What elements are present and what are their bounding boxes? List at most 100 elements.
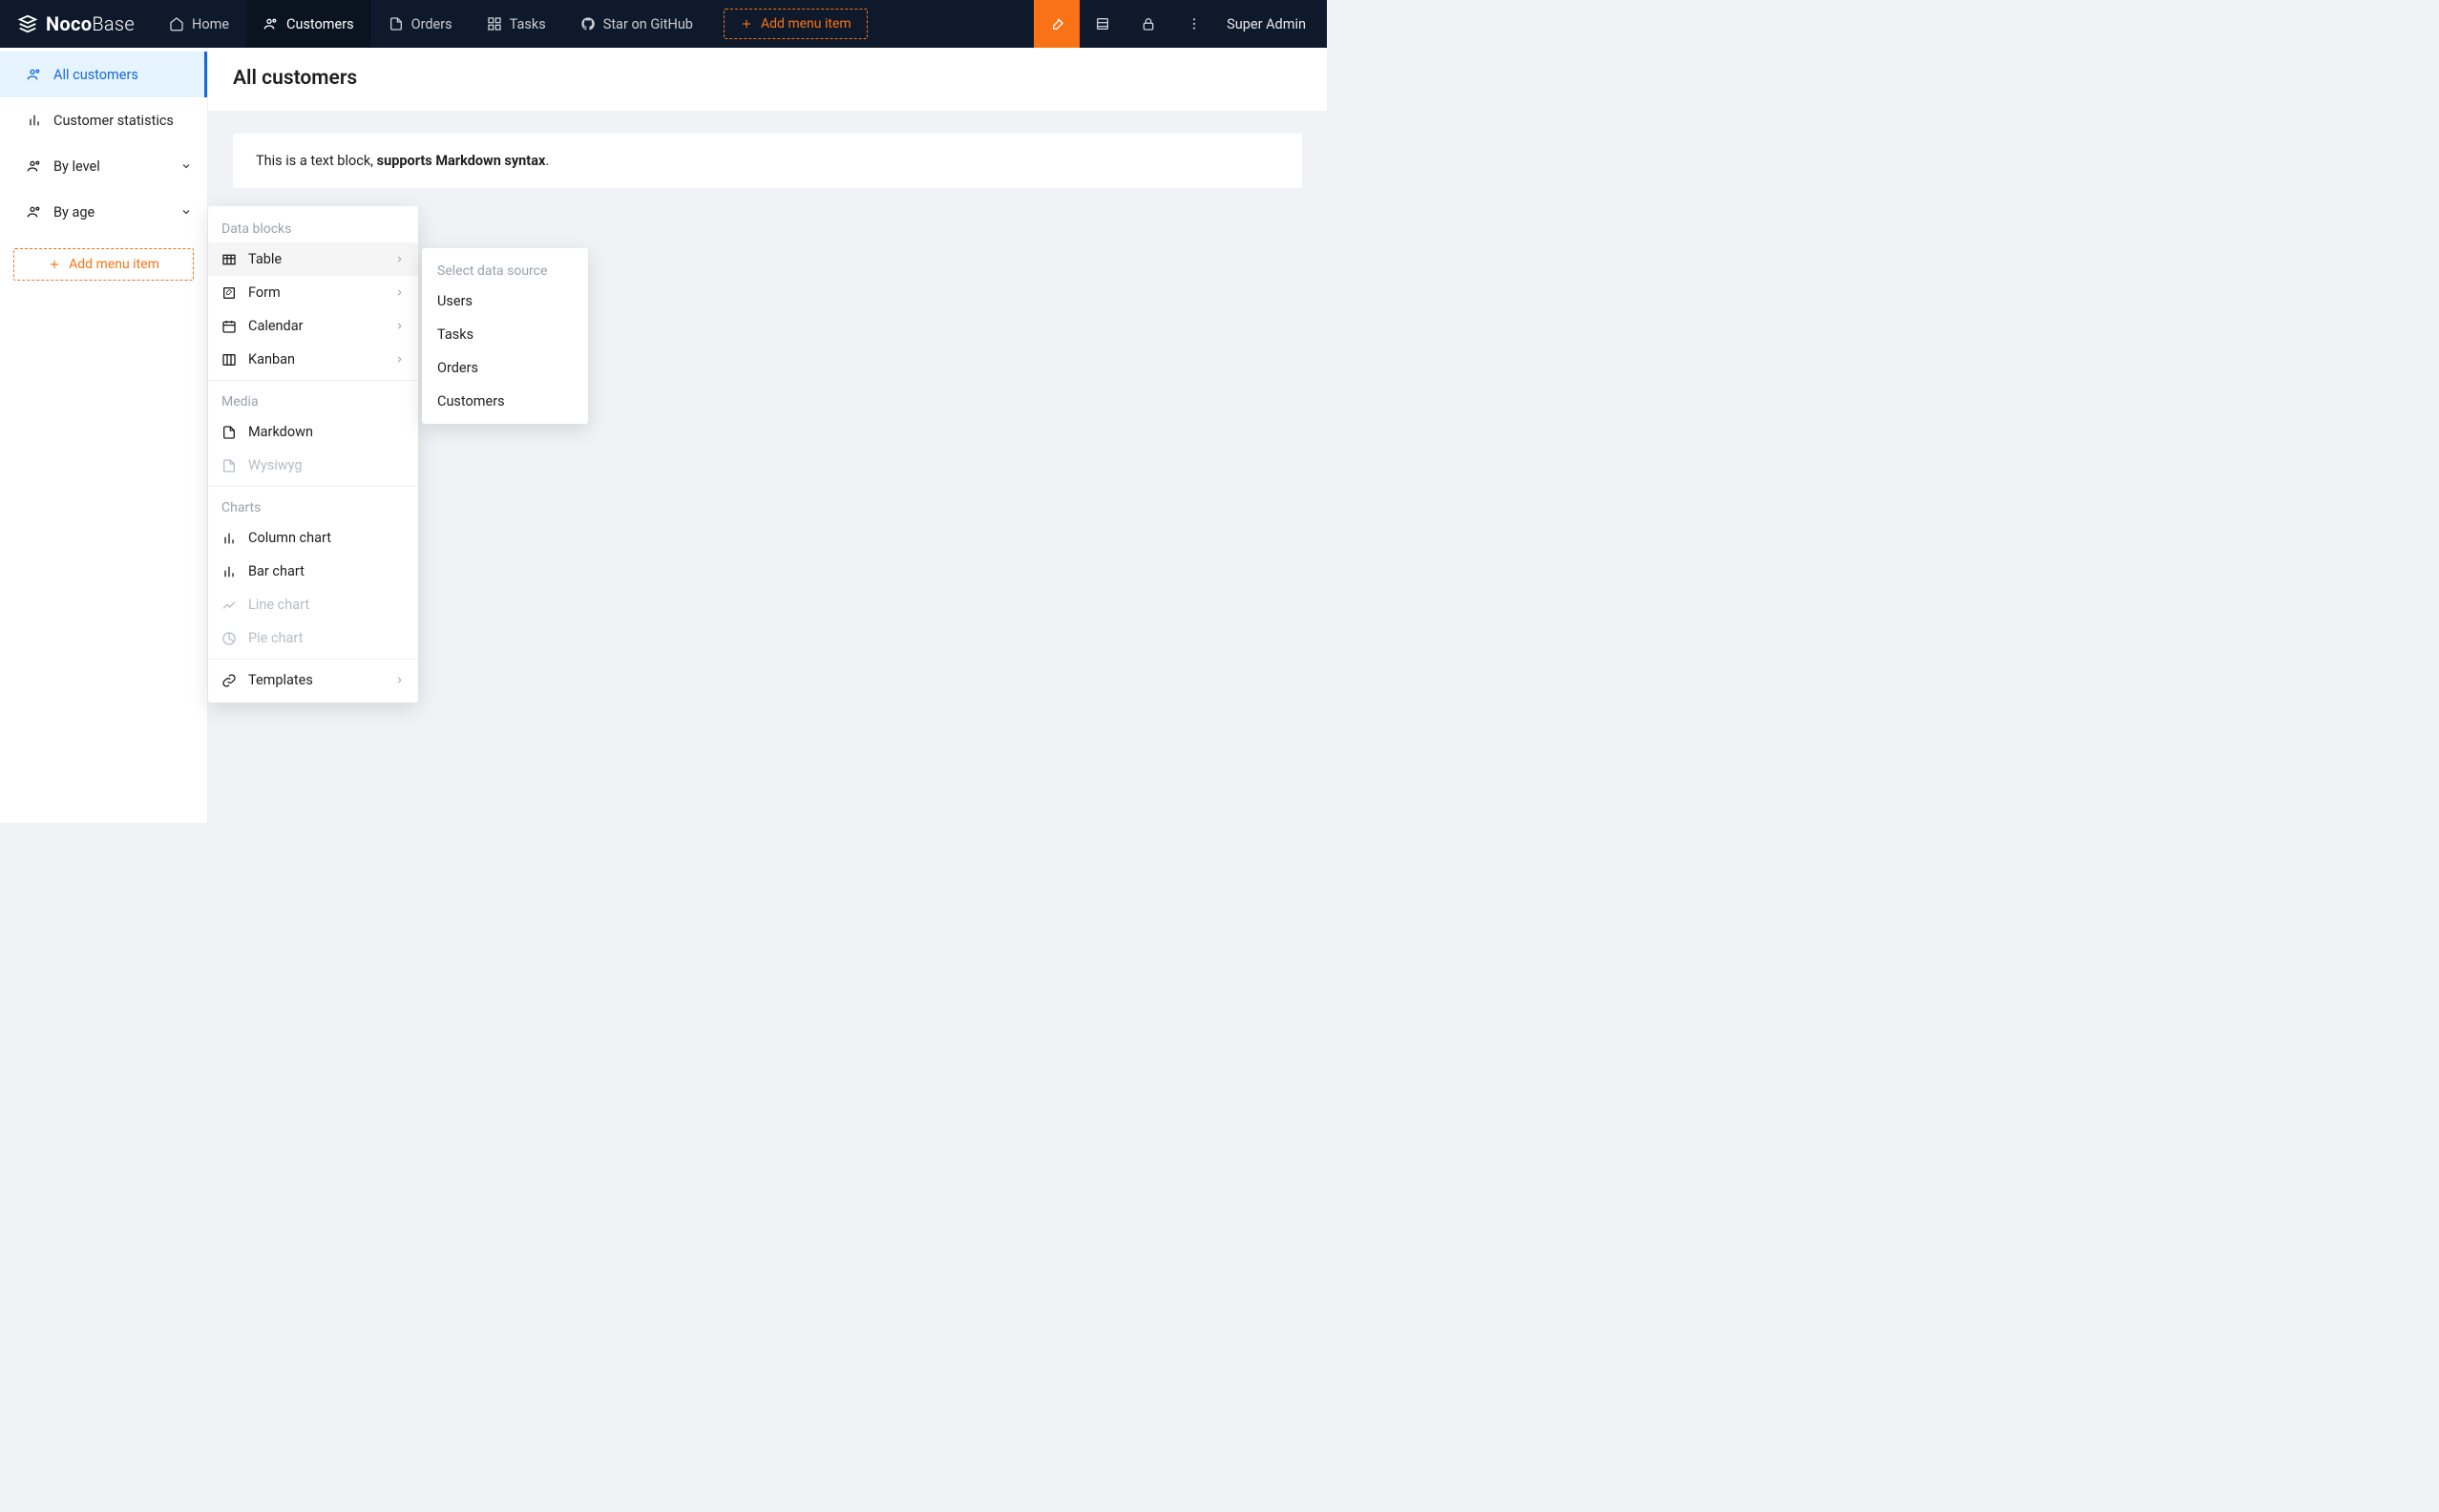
sidebar-label: All customers	[53, 67, 138, 83]
layout-button[interactable]	[1080, 0, 1125, 48]
lock-icon	[1141, 16, 1156, 32]
chevron-right-icon	[394, 321, 405, 331]
top-add-menu-button[interactable]: Add menu item	[724, 9, 868, 39]
item-label: Markdown	[248, 424, 313, 440]
file-icon	[221, 458, 237, 473]
button-label: Add menu item	[69, 257, 159, 272]
users-icon	[263, 16, 279, 32]
bar-chart-icon	[221, 531, 237, 546]
item-label: Templates	[248, 672, 313, 688]
item-label: Calendar	[248, 318, 304, 334]
plus-icon	[48, 258, 61, 271]
sidebar-item-by-level[interactable]: By level	[0, 143, 207, 189]
chevron-right-icon	[394, 354, 405, 365]
markdown-text: This is a text block,	[256, 153, 377, 169]
bar-chart-icon	[27, 113, 42, 128]
chevron-right-icon	[394, 675, 405, 685]
more-button[interactable]	[1171, 0, 1217, 48]
content: This is a text block, supports Markdown …	[208, 111, 1327, 268]
submenu-label: Select data source	[422, 254, 588, 284]
sidebar-item-by-age[interactable]: By age	[0, 189, 207, 235]
sidebar-item-customer-statistics[interactable]: Customer statistics	[0, 97, 207, 143]
top-nav: Home Customers Orders Tasks Star on GitH…	[152, 0, 710, 48]
dropdown-item-form[interactable]: Form	[208, 276, 418, 309]
grid-icon	[487, 16, 502, 32]
item-label: Pie chart	[248, 630, 303, 646]
nav-customers[interactable]: Customers	[246, 0, 371, 48]
user-menu[interactable]: Super Admin	[1217, 0, 1327, 48]
more-vertical-icon	[1187, 16, 1202, 32]
chevron-down-icon	[180, 160, 192, 172]
kanban-icon	[221, 352, 237, 368]
dropdown-item-calendar[interactable]: Calendar	[208, 309, 418, 343]
sidebar: All customers Customer statistics By lev…	[0, 48, 208, 823]
highlighter-button[interactable]	[1034, 0, 1080, 48]
sidebar-add-menu-button[interactable]: Add menu item	[13, 248, 194, 281]
dropdown-item-markdown[interactable]: Markdown	[208, 415, 418, 449]
nav-github[interactable]: Star on GitHub	[563, 0, 710, 48]
chevron-right-icon	[394, 287, 405, 298]
select-data-source-submenu: Select data source Users Tasks Orders Cu…	[422, 248, 588, 424]
top-right: Super Admin	[1034, 0, 1327, 48]
item-label: Bar chart	[248, 563, 305, 579]
nav-label: Star on GitHub	[603, 16, 693, 32]
file-icon	[221, 425, 237, 440]
item-label: Kanban	[248, 351, 295, 368]
item-label: Line chart	[248, 597, 309, 613]
page-header: All customers	[208, 48, 1327, 111]
sidebar-label: By age	[53, 204, 95, 220]
dropdown-group-label: Charts	[208, 491, 418, 521]
line-chart-icon	[221, 598, 237, 613]
users-icon	[27, 67, 42, 82]
dropdown-group-label: Data blocks	[208, 212, 418, 242]
brand-logo[interactable]: NocoBase	[0, 12, 152, 35]
divider	[208, 659, 418, 660]
nav-home[interactable]: Home	[152, 0, 246, 48]
dropdown-item-wysiwyg: Wysiwyg	[208, 449, 418, 482]
submenu-item-orders[interactable]: Orders	[422, 351, 588, 385]
nav-label: Tasks	[510, 16, 546, 32]
markdown-tail: .	[545, 153, 549, 169]
top-bar: NocoBase Home Customers Orders Tasks	[0, 0, 1327, 48]
nav-orders[interactable]: Orders	[371, 0, 470, 48]
logo-mark-icon	[17, 13, 38, 34]
home-icon	[169, 16, 184, 32]
submenu-item-customers[interactable]: Customers	[422, 385, 588, 418]
shell: All customers Customer statistics By lev…	[0, 48, 1327, 823]
user-name: Super Admin	[1227, 16, 1306, 32]
lock-button[interactable]	[1125, 0, 1171, 48]
item-label: Column chart	[248, 530, 331, 546]
add-block-dropdown: Data blocks Table Form	[208, 206, 418, 703]
submenu-item-tasks[interactable]: Tasks	[422, 318, 588, 351]
sidebar-item-all-customers[interactable]: All customers	[0, 52, 207, 97]
dropdown-item-templates[interactable]: Templates	[208, 663, 418, 697]
item-label: Form	[248, 284, 281, 301]
pie-chart-icon	[221, 631, 237, 646]
page-title: All customers	[233, 67, 1302, 90]
item-label: Tasks	[437, 326, 473, 343]
file-icon	[389, 16, 404, 32]
divider	[208, 486, 418, 487]
divider	[208, 380, 418, 381]
brand-text: NocoBase	[46, 12, 135, 35]
item-label: Orders	[437, 360, 478, 376]
users-icon	[27, 204, 42, 220]
form-icon	[221, 285, 237, 301]
submenu-item-users[interactable]: Users	[422, 284, 588, 318]
sidebar-label: By level	[53, 158, 100, 175]
dropdown-item-bar-chart[interactable]: Bar chart	[208, 555, 418, 588]
item-label: Customers	[437, 393, 505, 410]
dropdown-item-table[interactable]: Table	[208, 242, 418, 276]
plus-icon	[740, 17, 753, 31]
nav-label: Customers	[286, 16, 354, 32]
nav-label: Orders	[411, 16, 452, 32]
nav-tasks[interactable]: Tasks	[470, 0, 563, 48]
dropdown-item-column-chart[interactable]: Column chart	[208, 521, 418, 555]
dropdown-item-pie-chart: Pie chart	[208, 621, 418, 655]
calendar-icon	[221, 319, 237, 334]
dropdown-item-kanban[interactable]: Kanban	[208, 343, 418, 376]
chevron-down-icon	[180, 206, 192, 218]
highlighter-icon	[1049, 16, 1064, 32]
dropdown-group-label: Media	[208, 385, 418, 415]
sidebar-label: Customer statistics	[53, 113, 174, 129]
